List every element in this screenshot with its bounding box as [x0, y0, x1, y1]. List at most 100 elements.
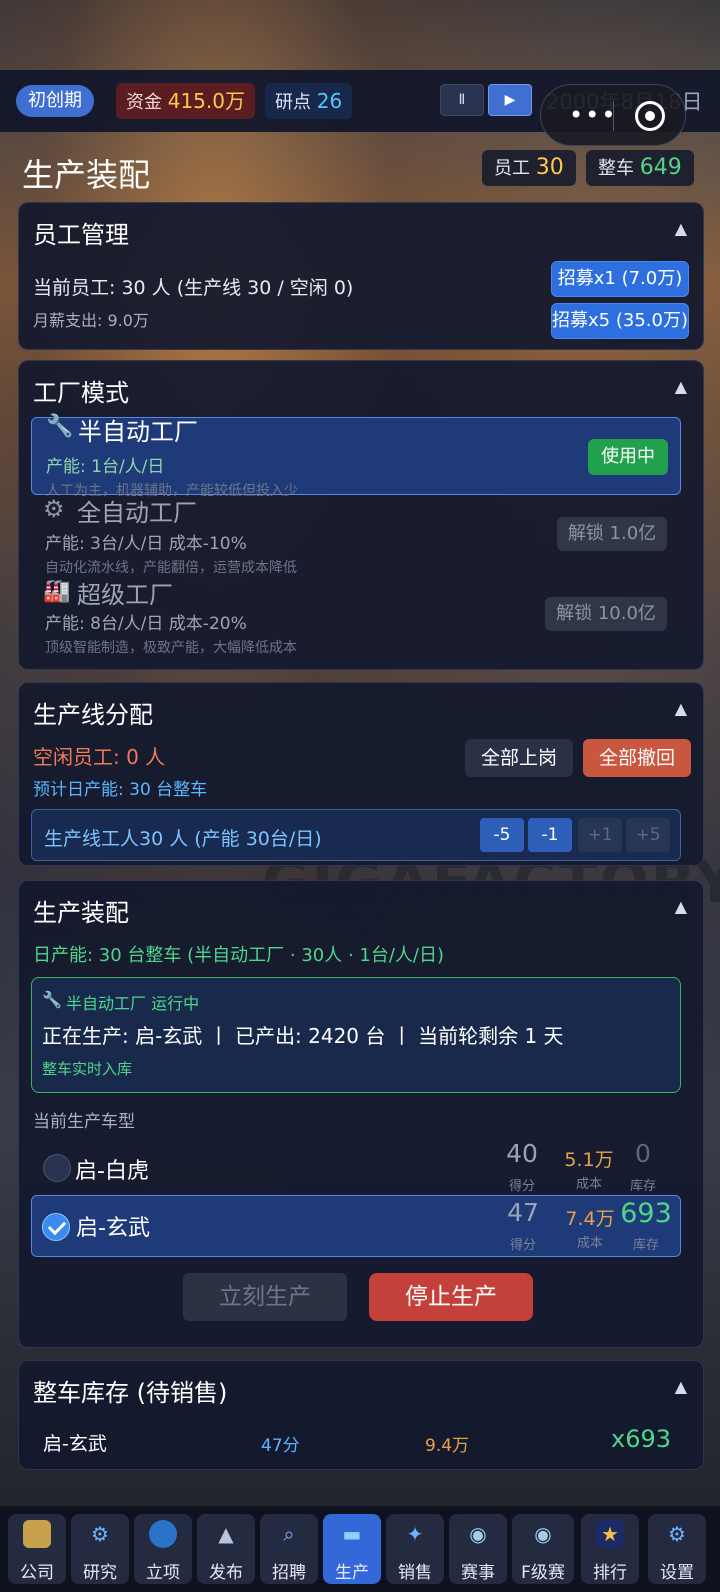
gear-car-icon: ⚙: [91, 1522, 109, 1546]
staff-count-label: 员工: [494, 158, 530, 179]
model-score: 47: [507, 1198, 539, 1227]
plus-5-button[interactable]: +5: [626, 818, 670, 852]
nav-ranking[interactable]: ★ 排行: [581, 1514, 639, 1584]
salary-text: 月薪支出: 9.0万: [33, 311, 149, 330]
realtime-text: 整车实时入库: [42, 1060, 133, 1078]
nav-research[interactable]: ⚙ 研究: [71, 1514, 129, 1584]
idle-staff-text: 空闲员工: 0 人: [33, 745, 166, 769]
nav-settings[interactable]: ⚙ 设置: [648, 1514, 706, 1584]
card-title: 生产装配: [33, 899, 129, 927]
factory-mode-card: 工厂模式 ▲ 🔧 半自动工厂 产能: 1台/人/日 人工为主，机器辅助，产能较低…: [18, 360, 704, 670]
model-cost: 5.1万: [564, 1149, 614, 1171]
race-icon: ◉: [469, 1522, 487, 1546]
nav-label: 赛事: [461, 1563, 495, 1583]
recruit-1-button[interactable]: 招募x1 (7.0万): [551, 261, 689, 297]
play-button[interactable]: ▶: [488, 84, 532, 116]
model-header: 当前生产车型: [33, 1112, 135, 1132]
in-use-badge: 使用中: [588, 439, 668, 475]
producing-text: 正在生产: 启-玄武 丨 已产出: 2420 台 丨 当前轮剩余 1 天: [42, 1024, 564, 1048]
factory-option-semi-auto[interactable]: 🔧 半自动工厂 产能: 1台/人/日 人工为主，机器辅助，产能较低但投入少 使用…: [31, 414, 681, 499]
close-miniprogram-icon[interactable]: [635, 101, 665, 131]
forecast-capacity-text: 预计日产能: 30 台整车: [33, 780, 208, 800]
radio-unchecked-icon[interactable]: [43, 1154, 71, 1182]
card-title: 生产线分配: [33, 701, 153, 729]
staff-management-card: 员工管理 ▲ 当前员工: 30 人 (生产线 30 / 空闲 0) 月薪支出: …: [18, 202, 704, 350]
stop-production-button[interactable]: 停止生产: [369, 1273, 533, 1321]
nav-label: 排行: [593, 1563, 627, 1583]
current-staff-text: 当前员工: 30 人 (生产线 30 / 空闲 0): [33, 277, 354, 299]
stock-label: 库存: [632, 1238, 659, 1253]
unlock-super-button[interactable]: 解锁 10.0亿: [545, 597, 667, 631]
pause-button[interactable]: Ⅱ: [440, 84, 484, 116]
factory-capacity: 产能: 3台/人/日 成本-10%: [45, 534, 247, 554]
nav-sales[interactable]: ✦ 销售: [386, 1514, 444, 1584]
nav-launch[interactable]: ▲ 发布: [197, 1514, 255, 1584]
more-menu-icon[interactable]: •••: [569, 101, 617, 129]
worker-allocation-row: 生产线工人30 人 (产能 30台/日) -5 -1 +1 +5: [31, 809, 681, 861]
settings-icon: ⚙: [668, 1522, 686, 1546]
nav-recruit[interactable]: ⌕ 招聘: [260, 1514, 318, 1584]
nav-label: 设置: [660, 1563, 694, 1583]
staff-count-chip: 员工 30: [482, 150, 576, 186]
recruit-5-button[interactable]: 招募x5 (35.0万): [551, 303, 689, 339]
card-title: 整车库存 (待销售): [33, 1379, 228, 1407]
miniprogram-capsule: •••: [540, 84, 686, 146]
unlock-full-auto-button[interactable]: 解锁 1.0亿: [557, 517, 667, 551]
nav-project[interactable]: 立项: [134, 1514, 192, 1584]
recall-all-button[interactable]: 全部撤回: [583, 739, 691, 777]
model-row-baihu[interactable]: 启-白虎 40 得分 5.1万 成本 0 库存: [31, 1137, 681, 1199]
score-label: 得分: [508, 1179, 535, 1194]
stock-label: 库存: [629, 1179, 656, 1194]
sale-icon: ✦: [406, 1522, 424, 1546]
stage-badge[interactable]: 初创期: [16, 85, 94, 117]
collapse-icon[interactable]: ▲: [675, 1377, 687, 1396]
nav-f-race[interactable]: ◉ F级赛: [512, 1514, 574, 1584]
factory-icon: 🏭: [43, 579, 71, 604]
nav-events[interactable]: ◉ 赛事: [449, 1514, 507, 1584]
collapse-icon[interactable]: ▲: [675, 897, 687, 916]
nav-production[interactable]: ▬ 生产: [323, 1514, 381, 1584]
collapse-icon[interactable]: ▲: [675, 219, 687, 238]
radio-checked-icon[interactable]: [42, 1213, 70, 1241]
minus-5-button[interactable]: -5: [480, 818, 524, 852]
factory-desc: 自动化流水线，产能翻倍，运营成本降低: [45, 560, 297, 576]
magnifier-icon: ⌕: [283, 1522, 295, 1546]
trophy-icon: ★: [596, 1520, 624, 1548]
capsule-divider: [613, 101, 614, 131]
factory-capacity: 产能: 8台/人/日 成本-20%: [45, 614, 247, 634]
model-stock: 693: [620, 1198, 672, 1229]
produce-now-button[interactable]: 立刻生产: [183, 1273, 347, 1321]
factory-desc: 顶级智能制造，极致产能，大幅降低成本: [45, 640, 297, 656]
car-count-chip: 整车 649: [586, 150, 694, 186]
production-status-box: 🔧 半自动工厂 运行中 正在生产: 启-玄武 丨 已产出: 2420 台 丨 当…: [31, 977, 681, 1093]
nav-label: 销售: [398, 1563, 432, 1583]
minus-1-button[interactable]: -1: [528, 818, 572, 852]
model-name: 启-白虎: [75, 1159, 149, 1184]
inventory-model: 启-玄武: [43, 1433, 107, 1455]
building-icon: [23, 1520, 51, 1548]
nav-company[interactable]: 公司: [8, 1514, 66, 1584]
inventory-score: 47分: [261, 1436, 300, 1456]
all-on-duty-button[interactable]: 全部上岗: [465, 739, 573, 777]
inventory-price: 9.4万: [425, 1436, 470, 1456]
gear-icon: ⚙: [43, 495, 65, 523]
model-row-xuanwu[interactable]: 启-玄武 47 得分 7.4万 成本 693 库存: [31, 1195, 681, 1257]
f-race-icon: ◉: [534, 1522, 552, 1546]
card-title: 工厂模式: [33, 379, 129, 407]
nav-label: 公司: [20, 1563, 54, 1583]
staff-count-value: 30: [535, 155, 564, 180]
assembly-card: 生产装配 ▲ 日产能: 30 台整车 (半自动工厂 · 30人 · 1台/人/日…: [18, 880, 704, 1348]
factory-name: 超级工厂: [77, 581, 173, 609]
collapse-icon[interactable]: ▲: [675, 699, 687, 718]
play-icon: ▶: [504, 92, 516, 108]
rp-value: 26: [316, 89, 343, 113]
plus-1-button[interactable]: +1: [578, 818, 622, 852]
factory-name: 半自动工厂: [78, 418, 198, 446]
monitor-icon: [149, 1520, 177, 1548]
wrench-icon: 🔧: [46, 414, 74, 439]
collapse-icon[interactable]: ▲: [675, 377, 687, 396]
card-title: 员工管理: [33, 221, 129, 249]
nav-label: 招聘: [272, 1563, 306, 1583]
nav-label: 研究: [83, 1563, 117, 1583]
cost-label: 成本: [576, 1236, 603, 1251]
